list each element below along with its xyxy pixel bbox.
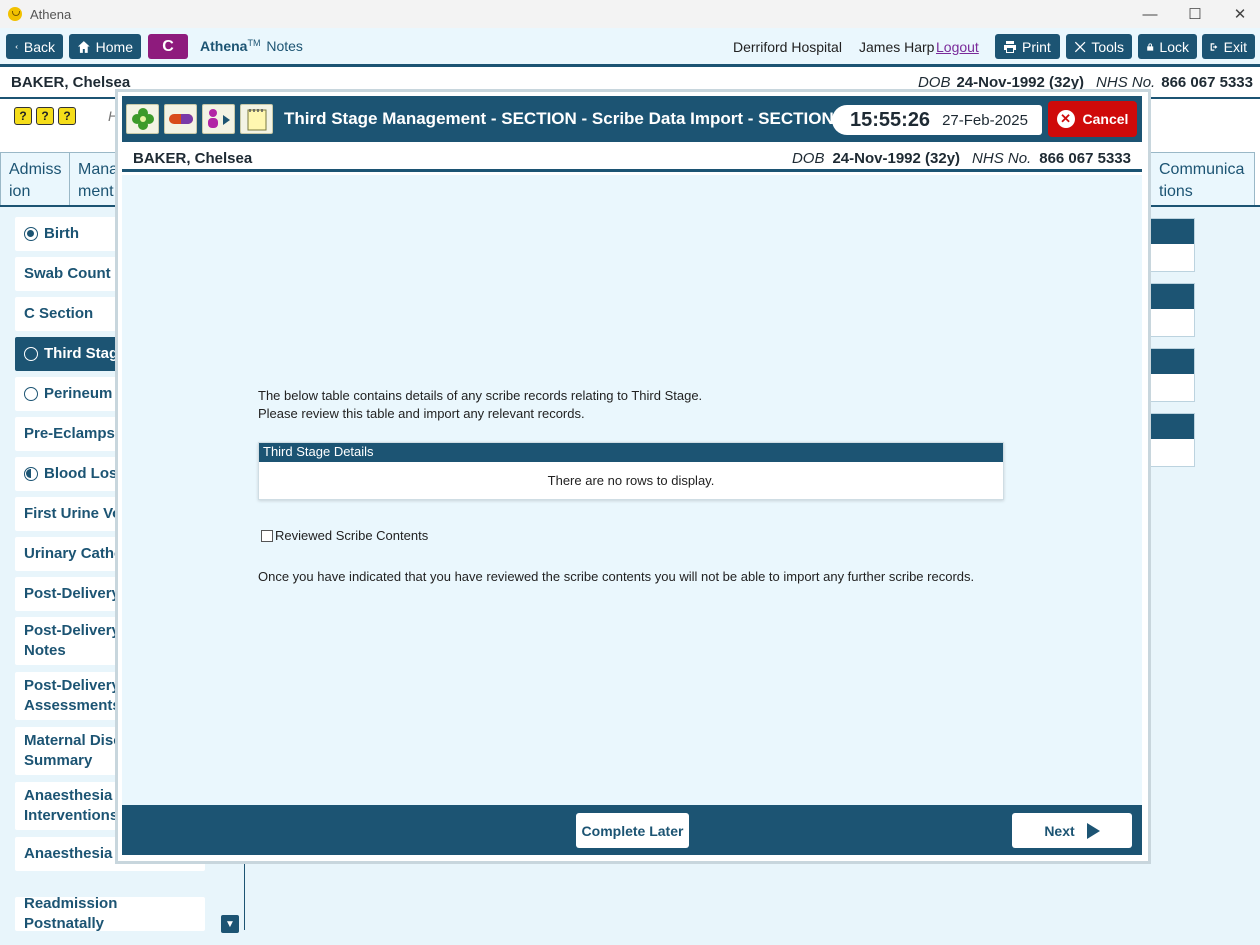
background-card: [1140, 218, 1195, 272]
main-toolbar: Back Home C AthenaTM Notes Derriford Hos…: [0, 28, 1260, 65]
next-button[interactable]: Next: [1012, 813, 1132, 848]
category-badge[interactable]: C: [148, 34, 188, 59]
home-button[interactable]: Home: [69, 34, 141, 59]
dialog-title: Third Stage Management - SECTION - Scrib…: [284, 109, 836, 128]
print-button[interactable]: Print: [995, 34, 1060, 59]
dialog-patient-banner: BAKER, Chelsea DOB 24-Nov-1992 (32y) NHS N…: [122, 142, 1142, 172]
patient-transfer-icon[interactable]: [202, 104, 235, 134]
lock-button[interactable]: Lock: [1138, 34, 1197, 59]
help-icons: ? ? ?: [14, 107, 76, 125]
pill-icon[interactable]: [164, 104, 197, 134]
exit-button[interactable]: Exit: [1202, 34, 1255, 59]
complete-later-button[interactable]: Complete Later: [576, 813, 689, 848]
patient-name: BAKER, Chelsea: [133, 150, 253, 167]
review-warning-note: Once you have indicated that you have re…: [258, 569, 975, 584]
background-card: [1140, 348, 1195, 402]
current-time: 15:55:26: [850, 108, 931, 131]
help-icon[interactable]: ?: [36, 107, 54, 125]
intro-text: The below table contains details of any …: [258, 388, 703, 421]
patient-identifiers: DOB 24-Nov-1992 (32y) NHS No. 866 067 5333: [917, 74, 1253, 91]
notepad-icon[interactable]: [240, 104, 273, 134]
complete-status-icon: [24, 227, 38, 241]
back-button[interactable]: Back: [6, 34, 63, 59]
sidebar-item-readmission-postnatally[interactable]: Readmission Postnatally: [15, 895, 205, 932]
tools-button[interactable]: Tools: [1066, 34, 1132, 59]
lock-icon: [1147, 42, 1154, 51]
help-list-icon[interactable]: ?: [14, 107, 32, 125]
clock-display: 15:55:26 27-Feb-2025: [832, 105, 1042, 135]
current-date: 27-Feb-2025: [942, 111, 1028, 129]
scroll-down-icon[interactable]: ▼: [221, 915, 239, 933]
printer-icon: [1004, 40, 1016, 53]
checkbox-box[interactable]: [261, 529, 273, 542]
tab-communications[interactable]: Communica tions: [1150, 152, 1255, 206]
dialog-body: The below table contains details of any …: [122, 175, 1142, 805]
play-arrow-icon: [1086, 822, 1100, 839]
maximize-icon[interactable]: ☐: [1172, 0, 1218, 28]
brand-label: AthenaTM Notes: [200, 38, 303, 54]
scribe-import-dialog: Third Stage Management - SECTION - Scrib…: [118, 92, 1148, 861]
empty-status-icon: [24, 387, 38, 401]
exit-icon: [1210, 42, 1218, 51]
grid-header: Third Stage Details: [259, 443, 1003, 462]
patient-identifiers: DOB 24-Nov-1992 (32y) NHS No. 866 067 5333: [791, 150, 1131, 167]
athena-logo-icon: [8, 7, 22, 21]
chevron-left-icon: [15, 44, 18, 49]
dialog-header: Third Stage Management - SECTION - Scrib…: [122, 96, 1142, 142]
tools-icon: [1074, 41, 1086, 52]
tab-admission[interactable]: Admiss ion: [0, 152, 70, 206]
close-icon[interactable]: ✕: [1217, 0, 1260, 28]
background-heading: H: [108, 108, 119, 124]
cancel-button[interactable]: ✕ Cancel: [1048, 101, 1137, 137]
grid-empty-message: There are no rows to display.: [547, 473, 715, 488]
background-card: [1140, 283, 1195, 337]
cancel-x-icon: ✕: [1056, 110, 1075, 128]
home-icon: [77, 40, 90, 53]
help-info-icon[interactable]: ?: [58, 107, 76, 125]
window-titlebar: Athena — ☐ ✕: [0, 0, 1260, 28]
window-title: Athena: [30, 6, 72, 22]
empty-status-icon: [24, 347, 38, 361]
clover-icon[interactable]: [126, 104, 159, 134]
dialog-footer: Complete Later Next: [122, 805, 1142, 855]
minimize-icon[interactable]: —: [1127, 0, 1173, 28]
user-name: James Harp: [859, 39, 935, 55]
background-card: [1140, 413, 1195, 467]
partial-status-icon: [24, 467, 38, 481]
hospital-name: Derriford Hospital: [733, 39, 842, 55]
reviewed-scribe-contents-checkbox[interactable]: Reviewed Scribe Contents: [261, 528, 428, 543]
third-stage-details-grid: Third Stage Details There are no rows to…: [258, 442, 1004, 500]
patient-name: BAKER, Chelsea: [11, 74, 131, 91]
logout-link[interactable]: Logout: [936, 39, 979, 55]
